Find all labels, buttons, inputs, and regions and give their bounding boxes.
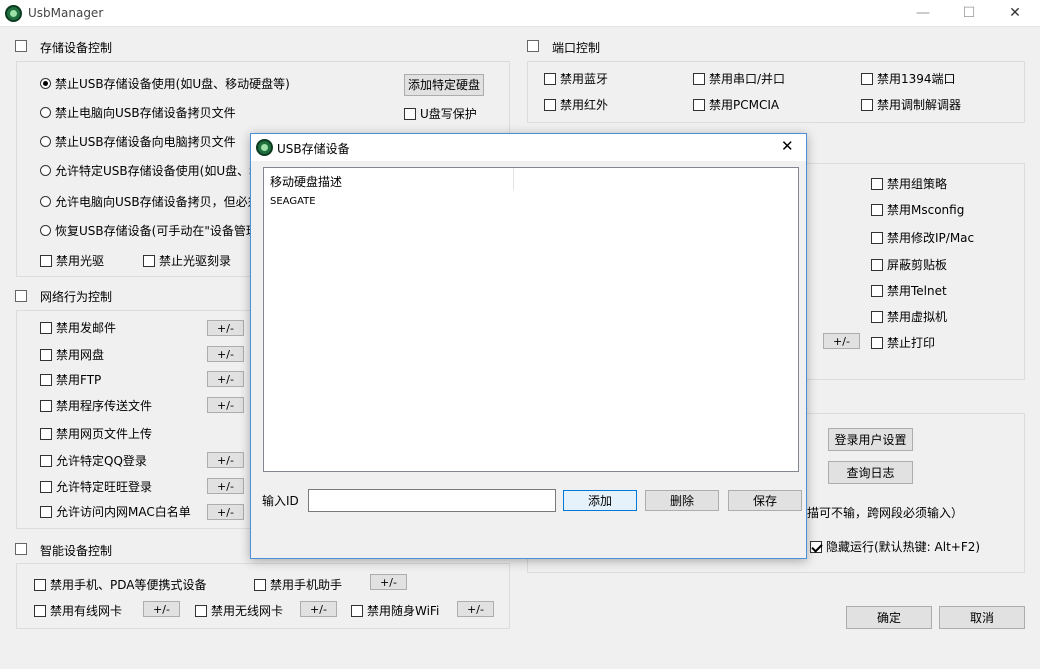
port-item-3[interactable]: 禁用红外: [544, 96, 608, 113]
network-section-title: 网络行为控制: [40, 290, 113, 304]
network-pm-1[interactable]: +/-: [207, 346, 244, 362]
smart-item-4[interactable]: 禁用随身WiFi: [351, 602, 439, 619]
system-item-2[interactable]: 禁用修改IP/Mac: [871, 229, 974, 246]
network-item-5[interactable]: 允许特定QQ登录: [40, 452, 147, 469]
network-pm-5[interactable]: +/-: [207, 452, 244, 468]
network-item-3[interactable]: 禁用程序传送文件: [40, 397, 152, 414]
port-item-0[interactable]: 禁用蓝牙: [544, 70, 608, 87]
dialog-close-button[interactable]: ✕: [781, 137, 794, 155]
network-item-2[interactable]: 禁用FTP: [40, 371, 101, 388]
smart-pm-0[interactable]: +/-: [370, 574, 407, 590]
view-log-button[interactable]: 查询日志: [828, 461, 913, 484]
storage-radio-0[interactable]: 禁止USB存储设备使用(如U盘、移动硬盘等): [40, 75, 290, 92]
dialog-title-bar: USB存储设备 ✕: [251, 134, 806, 161]
network-pm-7[interactable]: +/-: [207, 504, 244, 520]
storage-radio-1[interactable]: 禁止电脑向USB存储设备拷贝文件: [40, 104, 236, 121]
dialog-title: USB存储设备: [277, 142, 350, 156]
title-bar: UsbManager — ☐ ✕: [0, 0, 1040, 27]
minimize-button[interactable]: —: [900, 0, 946, 27]
list-header[interactable]: 移动硬盘描述: [264, 168, 514, 190]
storage-icon: [15, 40, 27, 52]
smart-device-icon: [15, 543, 27, 555]
port-icon: [527, 40, 539, 52]
disable-burn-checkbox[interactable]: 禁止光驱刻录: [143, 252, 231, 269]
close-button[interactable]: ✕: [992, 0, 1038, 27]
ok-button[interactable]: 确定: [846, 606, 932, 629]
write-protect-checkbox[interactable]: U盘写保护: [404, 105, 477, 122]
port-item-1[interactable]: 禁用串口/并口: [693, 70, 785, 87]
smart-pm-1[interactable]: +/-: [143, 601, 180, 617]
network-item-6[interactable]: 允许特定旺旺登录: [40, 478, 152, 495]
system-item-1[interactable]: 禁用Msconfig: [871, 201, 964, 218]
system-item-3[interactable]: 屏蔽剪贴板: [871, 256, 947, 273]
ip-note-text: 描可不输，跨网段必须输入）: [807, 506, 964, 520]
storage-section-title: 存储设备控制: [40, 41, 113, 55]
save-button[interactable]: 保存: [728, 490, 802, 511]
disk-listview[interactable]: 移动硬盘描述 SEAGATE: [263, 167, 799, 472]
network-icon: [15, 290, 27, 302]
ports-section-title: 端口控制: [552, 41, 601, 55]
id-input[interactable]: [308, 489, 556, 512]
network-item-7[interactable]: 允许访问内网MAC白名单: [40, 503, 191, 520]
list-item[interactable]: SEAGATE: [270, 196, 316, 207]
network-pm-0[interactable]: +/-: [207, 320, 244, 336]
add-disk-button[interactable]: 添加特定硬盘: [404, 74, 484, 96]
storage-radio-2[interactable]: 禁止USB存储设备向电脑拷贝文件: [40, 133, 236, 150]
network-item-1[interactable]: 禁用网盘: [40, 346, 104, 363]
port-item-2[interactable]: 禁用1394端口: [861, 70, 956, 87]
delete-button[interactable]: 删除: [645, 490, 719, 511]
storage-radio-5[interactable]: 恢复USB存储设备(可手动在"设备管理: [40, 222, 258, 239]
smart-section-title: 智能设备控制: [40, 544, 113, 558]
smart-item-2[interactable]: 禁用有线网卡: [34, 602, 122, 619]
maximize-button[interactable]: ☐: [946, 0, 992, 27]
window-title: UsbManager: [28, 6, 104, 20]
system-item-0[interactable]: 禁用组策略: [871, 175, 947, 192]
cancel-button[interactable]: 取消: [939, 606, 1025, 629]
storage-radio-3[interactable]: 允许特定USB存储设备使用(如U盘、移: [40, 162, 261, 179]
network-item-0[interactable]: 禁用发邮件: [40, 319, 116, 336]
smart-item-0[interactable]: 禁用手机、PDA等便携式设备: [34, 576, 206, 593]
port-item-5[interactable]: 禁用调制解调器: [861, 96, 961, 113]
port-item-4[interactable]: 禁用PCMCIA: [693, 96, 779, 113]
smart-pm-2[interactable]: +/-: [300, 601, 337, 617]
app-icon: [5, 5, 22, 22]
smart-item-1[interactable]: 禁用手机助手: [254, 576, 342, 593]
network-pm-2[interactable]: +/-: [207, 371, 244, 387]
usb-storage-dialog: USB存储设备 ✕ 移动硬盘描述 SEAGATE 输入ID 添加 删除 保存: [250, 133, 807, 559]
smart-pm-3[interactable]: +/-: [457, 601, 494, 617]
login-user-settings-button[interactable]: 登录用户设置: [828, 428, 913, 451]
smart-item-3[interactable]: 禁用无线网卡: [195, 602, 283, 619]
system-item-6[interactable]: 禁止打印: [871, 334, 935, 351]
column-header: 移动硬盘描述: [270, 175, 343, 189]
network-pm-6[interactable]: +/-: [207, 478, 244, 494]
dialog-app-icon: [256, 139, 273, 156]
system-item-4[interactable]: 禁用Telnet: [871, 282, 947, 299]
hide-run-checkbox[interactable]: 隐藏运行(默认热键: Alt+F2): [810, 538, 980, 555]
network-item-4[interactable]: 禁用网页文件上传: [40, 425, 152, 442]
system-item-5[interactable]: 禁用虚拟机: [871, 308, 947, 325]
storage-radio-4[interactable]: 允许电脑向USB存储设备拷贝，但必须: [40, 193, 260, 210]
add-button[interactable]: 添加: [563, 490, 637, 511]
system-pm-button[interactable]: +/-: [823, 333, 860, 349]
network-pm-3[interactable]: +/-: [207, 397, 244, 413]
disable-cdrom-checkbox[interactable]: 禁用光驱: [40, 252, 104, 269]
smart-group: [16, 563, 510, 629]
input-id-label: 输入ID: [262, 494, 299, 508]
